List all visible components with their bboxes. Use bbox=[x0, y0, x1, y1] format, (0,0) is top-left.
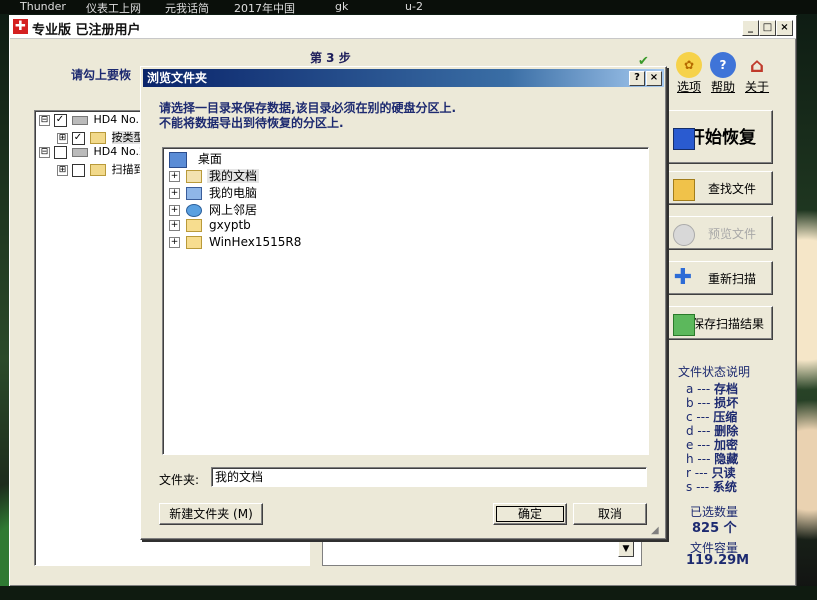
folder-path-field[interactable]: 我的文档 bbox=[211, 467, 647, 487]
main-titlebar[interactable]: ✚ 专业版 已注册用户 _ □ × bbox=[10, 16, 796, 39]
expand-icon[interactable]: + bbox=[169, 220, 180, 231]
rescan-button[interactable]: ✚ 重新扫描 bbox=[664, 261, 773, 295]
computer-icon bbox=[186, 187, 202, 200]
checkbox-checked[interactable]: ✓ bbox=[53, 113, 67, 127]
dialog-title: 浏览文件夹 bbox=[147, 71, 208, 85]
rescan-label: 重新扫描 bbox=[707, 272, 756, 286]
desktop-label[interactable]: 元我话简 bbox=[165, 0, 209, 16]
save-disk-icon bbox=[673, 128, 695, 150]
desktop-label[interactable]: Thunder bbox=[20, 0, 66, 13]
hard-drive-icon bbox=[72, 115, 88, 125]
collapse-icon[interactable]: ⊟ bbox=[39, 114, 50, 126]
home-icon[interactable]: ⌂ bbox=[744, 52, 770, 78]
folder-tree[interactable]: 桌面 + 我的文档 + 我的电脑 + 网上邻居 + gxyptb + WinHex1515… bbox=[162, 147, 649, 455]
expand-icon[interactable]: ⊞ bbox=[57, 164, 68, 176]
checkbox-checked[interactable]: ✓ bbox=[71, 131, 85, 145]
hard-drive-icon bbox=[72, 147, 88, 157]
folder-icon bbox=[186, 236, 202, 249]
preview-file-button[interactable]: 预览文件 bbox=[664, 216, 773, 250]
window-title: 专业版 已注册用户 bbox=[32, 23, 141, 38]
desktop-top-strip: Thunder 仪表工上网 元我话简 2017年中国 gk u-2 bbox=[0, 0, 817, 16]
tree-item-scanned[interactable]: ⊞ 扫描到 bbox=[57, 161, 145, 177]
resize-grip-icon[interactable]: ◢ bbox=[651, 525, 659, 536]
preview-file-label: 预览文件 bbox=[707, 227, 756, 241]
folder-label: 文件夹: bbox=[159, 473, 200, 487]
folder-icon bbox=[186, 219, 202, 232]
tree-item-desktop[interactable]: 桌面 bbox=[169, 150, 224, 168]
desktop-label[interactable]: 仪表工上网 bbox=[86, 0, 141, 16]
tree-item-label: 我的电脑 bbox=[209, 186, 258, 200]
expand-icon[interactable]: ⊞ bbox=[57, 132, 68, 144]
start-recovery-button[interactable]: 开始恢复 bbox=[664, 110, 773, 164]
preview-icon bbox=[673, 224, 695, 246]
help-link[interactable]: 帮助 bbox=[711, 78, 735, 95]
minimize-button[interactable]: _ bbox=[742, 20, 759, 36]
legend-title: 文件状态说明 bbox=[678, 365, 751, 379]
ok-button[interactable]: 确定 bbox=[493, 503, 567, 525]
find-files-button[interactable]: 查找文件 bbox=[664, 171, 773, 205]
plus-icon: ✚ bbox=[673, 265, 693, 290]
desktop-icon bbox=[169, 151, 187, 168]
tree-item-label: 我的文档 bbox=[207, 169, 260, 183]
folder-icon bbox=[90, 132, 106, 144]
desktop-label[interactable]: 2017年中国 bbox=[234, 0, 295, 16]
file-size-value: 119.29M bbox=[686, 553, 750, 568]
file-list-panel[interactable] bbox=[322, 536, 642, 566]
help-icon[interactable]: ? bbox=[629, 71, 645, 86]
select-hint-label: 请勾上要恢 bbox=[71, 68, 132, 82]
tree-item-my-computer[interactable]: + 我的电脑 bbox=[169, 184, 259, 201]
selected-count-value: 825 个 bbox=[692, 521, 737, 536]
step-label: 第 3 步 bbox=[310, 51, 351, 65]
maximize-button[interactable]: □ bbox=[759, 20, 776, 36]
close-button[interactable]: × bbox=[776, 20, 793, 36]
tree-item-drive2[interactable]: ⊟ HD4 No.2 [ bbox=[39, 145, 154, 161]
find-files-label: 查找文件 bbox=[707, 182, 756, 196]
collapse-icon[interactable]: ⊟ bbox=[39, 146, 50, 158]
dropdown-arrow-icon[interactable]: ▼ bbox=[618, 541, 634, 557]
network-icon bbox=[186, 204, 202, 217]
legend-row: s --- 系统 bbox=[686, 480, 737, 494]
app-logo-icon: ✚ bbox=[13, 19, 28, 34]
tree-item-my-documents[interactable]: + 我的文档 bbox=[169, 167, 260, 184]
tree-item-label: 网上邻居 bbox=[209, 203, 258, 217]
tree-item-label: WinHex1515R8 bbox=[209, 235, 302, 249]
cancel-button[interactable]: 取消 bbox=[573, 503, 647, 525]
save-results-icon bbox=[673, 314, 695, 336]
expand-icon[interactable]: + bbox=[169, 205, 180, 216]
dialog-instruction: 不能将数据导出到待恢复的分区上. bbox=[159, 116, 344, 130]
desktop-label[interactable]: u-2 bbox=[405, 0, 423, 13]
close-icon[interactable]: × bbox=[646, 71, 662, 86]
tree-item-label: gxyptb bbox=[209, 218, 251, 232]
taskbar-strip bbox=[0, 586, 817, 600]
about-link[interactable]: 关于 bbox=[745, 78, 769, 95]
help-icon[interactable]: ? bbox=[710, 52, 736, 78]
tree-item-gxyptb[interactable]: + gxyptb bbox=[169, 218, 253, 235]
save-scan-results-button[interactable]: 保存扫描结果 bbox=[664, 306, 773, 340]
checkbox-unchecked[interactable] bbox=[53, 145, 67, 159]
checkbox-unchecked[interactable] bbox=[71, 163, 85, 177]
desktop-label[interactable]: gk bbox=[335, 0, 348, 13]
gear-icon[interactable]: ✿ bbox=[676, 52, 702, 78]
new-folder-button[interactable]: 新建文件夹 (M) bbox=[159, 503, 263, 525]
browse-folder-dialog: 浏览文件夹 ? × 请选择一目录来保存数据,该目录必须在别的硬盘分区上. 不能将… bbox=[140, 66, 667, 540]
tree-item-network[interactable]: + 网上邻居 bbox=[169, 201, 259, 218]
tree-item-winhex[interactable]: + WinHex1515R8 bbox=[169, 235, 303, 252]
expand-icon[interactable]: + bbox=[169, 171, 180, 182]
tree-item-by-type[interactable]: ⊞ ✓ 按类型 bbox=[57, 129, 145, 145]
folder-icon bbox=[90, 164, 106, 176]
documents-folder-icon bbox=[186, 170, 202, 183]
tree-item-label: 桌面 bbox=[197, 152, 222, 166]
save-scan-results-label: 保存扫描结果 bbox=[691, 317, 764, 331]
expand-icon[interactable]: + bbox=[169, 188, 180, 199]
expand-icon[interactable]: + bbox=[169, 237, 180, 248]
start-recovery-label: 开始恢复 bbox=[688, 128, 756, 148]
options-link[interactable]: 选项 bbox=[677, 78, 701, 95]
tree-item-drive1[interactable]: ⊟ ✓ HD4 No.1 [ bbox=[39, 113, 154, 129]
search-folder-icon bbox=[673, 179, 695, 201]
dialog-titlebar[interactable]: 浏览文件夹 ? × bbox=[143, 69, 664, 87]
